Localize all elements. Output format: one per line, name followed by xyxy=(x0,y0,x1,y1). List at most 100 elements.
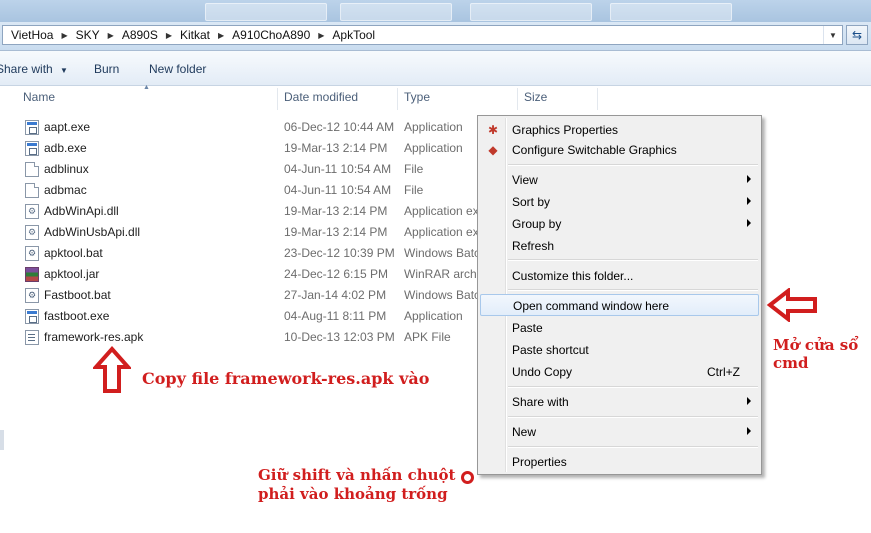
navigation-pane-edge[interactable] xyxy=(0,430,4,450)
menu-item-group-by[interactable]: Group by xyxy=(480,214,759,234)
submenu-arrow-icon xyxy=(747,197,751,205)
open-cmd-note-line: cmd xyxy=(773,354,809,372)
menu-item-properties[interactable]: Properties xyxy=(480,452,759,472)
column-divider[interactable] xyxy=(597,88,598,110)
graphics-properties-icon: ✱ xyxy=(487,123,499,137)
file-row[interactable]: AdbWinUsbApi.dll 19-Mar-13 2:14 PM Appli… xyxy=(0,222,500,243)
menu-item-paste-shortcut[interactable]: Paste shortcut xyxy=(480,340,759,360)
file-icon xyxy=(25,183,39,198)
menu-item-share-with[interactable]: Share with xyxy=(480,392,759,412)
file-type: Windows Batc xyxy=(404,288,480,302)
menu-label: New xyxy=(512,425,537,439)
share-with-button[interactable]: Share with ▼ xyxy=(0,62,68,76)
chevron-right-icon[interactable]: ▶ xyxy=(212,31,230,40)
column-divider[interactable] xyxy=(517,88,518,110)
menu-separator xyxy=(508,289,758,291)
menu-label: Group by xyxy=(512,217,562,231)
menu-label: Refresh xyxy=(512,239,555,253)
column-header-date[interactable]: Date modified xyxy=(284,90,358,108)
menu-label: View xyxy=(512,173,538,187)
menu-item-switchable-graphics[interactable]: ◆ Configure Switchable Graphics xyxy=(480,140,759,160)
burn-button[interactable]: Burn xyxy=(94,62,119,76)
open-cmd-instruction-note: Mở cửa sổ cmd xyxy=(773,336,858,372)
menu-item-open-command-window[interactable]: Open command window here xyxy=(480,294,759,316)
menu-item-new[interactable]: New xyxy=(480,422,759,442)
breadcrumb-item[interactable]: A910ChoA890 xyxy=(230,28,312,42)
arrow-left-icon xyxy=(766,288,817,322)
menu-label: Open command window here xyxy=(513,299,670,313)
file-date: 04-Jun-11 10:54 AM xyxy=(284,183,392,197)
file-row[interactable]: aapt.exe 06-Dec-12 10:44 AM Application xyxy=(0,117,500,138)
menu-item-paste[interactable]: Paste xyxy=(480,318,759,338)
menu-item-view[interactable]: View xyxy=(480,170,759,190)
file-row[interactable]: adb.exe 19-Mar-13 2:14 PM Application xyxy=(0,138,500,159)
background-tab-1 xyxy=(205,3,327,21)
copy-instruction-note: Copy file framework-res.apk vào xyxy=(142,369,430,388)
submenu-arrow-icon xyxy=(747,397,751,405)
column-header-type[interactable]: Type xyxy=(404,90,430,108)
bat-icon xyxy=(25,288,39,303)
shift-note-line: phải vào khoảng trống xyxy=(258,485,448,503)
shift-click-instruction-note: Giữ shift và nhấn chuột phải vào khoảng … xyxy=(258,466,455,504)
file-row[interactable]: AdbWinApi.dll 19-Mar-13 2:14 PM Applicat… xyxy=(0,201,500,222)
menu-label: Customize this folder... xyxy=(512,269,634,283)
file-date: 10-Dec-13 12:03 PM xyxy=(284,330,395,344)
new-folder-button[interactable]: New folder xyxy=(149,62,206,76)
file-row[interactable]: adbmac 04-Jun-11 10:54 AM File xyxy=(0,180,500,201)
switchable-graphics-icon: ◆ xyxy=(488,143,498,157)
click-marker-circle xyxy=(461,471,474,484)
file-type: APK File xyxy=(404,330,451,344)
menu-shortcut: Ctrl+Z xyxy=(707,365,740,379)
chevron-down-icon: ▼ xyxy=(60,66,68,75)
file-row[interactable]: apktool.bat 23-Dec-12 10:39 PM Windows B… xyxy=(0,243,500,264)
file-row[interactable]: Fastboot.bat 27-Jan-14 4:02 PM Windows B… xyxy=(0,285,500,306)
file-name: AdbWinUsbApi.dll xyxy=(44,225,141,239)
file-date: 19-Mar-13 2:14 PM xyxy=(284,141,388,155)
column-header-size[interactable]: Size xyxy=(524,90,547,108)
address-dropdown-button[interactable]: ▼ xyxy=(823,26,842,44)
file-name: adbmac xyxy=(44,183,87,197)
file-type: Application ex xyxy=(404,225,479,239)
file-row[interactable]: framework-res.apk 10-Dec-13 12:03 PM APK… xyxy=(0,327,500,348)
chevron-right-icon[interactable]: ▶ xyxy=(312,31,330,40)
exe-icon xyxy=(25,120,39,135)
file-type: Application xyxy=(404,309,463,323)
refresh-button[interactable]: ⇆ xyxy=(846,25,868,45)
menu-label: Undo Copy xyxy=(512,365,573,379)
breadcrumb-item[interactable]: ApkTool xyxy=(330,28,377,42)
column-divider[interactable] xyxy=(277,88,278,110)
breadcrumb-item[interactable]: A890S xyxy=(120,28,160,42)
file-date: 19-Mar-13 2:14 PM xyxy=(284,204,388,218)
file-type: Windows Batc xyxy=(404,246,480,260)
context-menu: ✱ Graphics Properties ◆ Configure Switch… xyxy=(477,115,762,475)
menu-item-graphics-properties[interactable]: ✱ Graphics Properties xyxy=(480,120,759,140)
breadcrumb-item[interactable]: Kitkat xyxy=(178,28,212,42)
menu-item-refresh[interactable]: Refresh xyxy=(480,236,759,256)
apk-icon xyxy=(25,330,39,345)
chevron-right-icon[interactable]: ▶ xyxy=(160,31,178,40)
column-divider[interactable] xyxy=(397,88,398,110)
title-strip xyxy=(0,0,871,22)
address-box[interactable]: VietHoa ▶ SKY ▶ A890S ▶ Kitkat ▶ A910Cho… xyxy=(2,25,843,45)
menu-item-undo-copy[interactable]: Undo Copy Ctrl+Z xyxy=(480,362,759,382)
menu-separator xyxy=(508,416,758,418)
chevron-right-icon[interactable]: ▶ xyxy=(102,31,120,40)
menu-item-sort-by[interactable]: Sort by xyxy=(480,192,759,212)
menu-separator xyxy=(508,259,758,261)
file-type: Application xyxy=(404,120,463,134)
chevron-right-icon[interactable]: ▶ xyxy=(55,31,73,40)
breadcrumb-item[interactable]: VietHoa xyxy=(9,28,55,42)
share-with-label: Share with xyxy=(0,62,53,76)
menu-item-customize-folder[interactable]: Customize this folder... xyxy=(480,266,759,286)
file-date: 06-Dec-12 10:44 AM xyxy=(284,120,395,134)
refresh-icon: ⇆ xyxy=(851,28,863,42)
menu-label: Paste shortcut xyxy=(512,343,589,357)
file-row[interactable]: fastboot.exe 04-Aug-11 8:11 PM Applicati… xyxy=(0,306,500,327)
file-type: File xyxy=(404,183,424,197)
file-row[interactable]: apktool.jar 24-Dec-12 6:15 PM WinRAR arc… xyxy=(0,264,500,285)
file-type: WinRAR archi xyxy=(404,267,480,281)
file-row[interactable]: adblinux 04-Jun-11 10:54 AM File xyxy=(0,159,500,180)
breadcrumb-item[interactable]: SKY xyxy=(74,28,102,42)
column-header-name[interactable]: Name xyxy=(23,90,55,108)
file-name: apktool.bat xyxy=(44,246,103,260)
